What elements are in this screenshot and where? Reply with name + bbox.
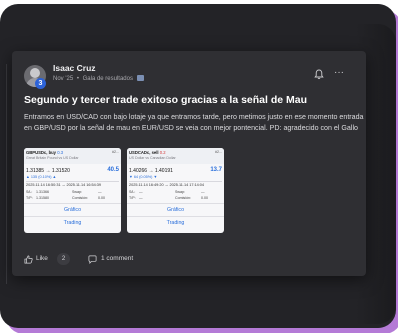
- trade-screenshot-1[interactable]: GBPUSDc, buy 0.3 #2... Great Britain Pou…: [24, 148, 121, 233]
- comment-button[interactable]: 1 comment: [101, 255, 133, 262]
- lot-size: 0.2: [159, 150, 166, 155]
- ticket-number: #2...: [112, 150, 119, 154]
- gallery-icon: [136, 75, 144, 81]
- post-date: Nov '25: [53, 76, 74, 82]
- trade-dates: 2025.11.14 16:49:20 → 2025.11.14 17:14:0…: [129, 183, 205, 187]
- trade-dates: 2025.11.14 16:50:31 → 2025.11.14 16:54:3…: [26, 183, 102, 187]
- more-horizontal-icon[interactable]: ···: [334, 68, 344, 78]
- comment-bubble-icon[interactable]: [88, 255, 97, 264]
- avatar-face: [30, 68, 40, 78]
- trade-detail-row: S/L: 1.31366 Swap: —: [26, 190, 102, 194]
- page-frame: 3 Isaac Cruz Nov '25 • Gala de resultado…: [0, 0, 398, 333]
- level-badge: 3: [35, 78, 46, 89]
- trade-symbol: GBPUSDc, buy 0.3: [26, 150, 63, 155]
- trading-button[interactable]: Trading: [24, 216, 121, 228]
- post-meta: Nov '25 • Gala de resultados: [53, 75, 144, 82]
- symbol-description: Great Britain Pound vs US Dollar: [26, 156, 79, 160]
- price-range: 1.40266 → 1.40191: [129, 168, 173, 174]
- symbol-text: USDCADc, sell: [129, 150, 159, 155]
- thumbs-up-icon[interactable]: [24, 255, 33, 264]
- divider: [129, 181, 222, 182]
- trade-profit: 40.5: [107, 167, 119, 173]
- forum-link[interactable]: Gala de resultados: [83, 76, 133, 82]
- trading-button[interactable]: Trading: [127, 216, 224, 228]
- author-name[interactable]: Isaac Cruz: [53, 63, 96, 73]
- trade-screenshot-2[interactable]: USDCADc, sell 0.2 #2... US Dollar vs Can…: [127, 148, 224, 233]
- lot-size: 0.3: [57, 150, 64, 155]
- price-change: ▲ 135 (0.10%) ▲: [26, 175, 57, 179]
- like-count[interactable]: 2: [57, 253, 70, 265]
- post-body: Entramos en USD/CAD con bajo lotaje ya q…: [24, 113, 364, 132]
- trade-detail-row: T/P: 1.31580 Comisión: 0.00: [26, 196, 105, 200]
- trade-symbol: USDCADc, sell 0.2: [129, 150, 166, 155]
- price-range: 1.31385 → 1.31520: [26, 168, 70, 174]
- like-button[interactable]: Like: [36, 255, 48, 262]
- chart-button[interactable]: Gráfico: [24, 203, 121, 215]
- bell-icon[interactable]: [314, 69, 324, 80]
- post-card: 3 Isaac Cruz Nov '25 • Gala de resultado…: [12, 51, 366, 276]
- chart-button[interactable]: Gráfico: [127, 203, 224, 215]
- price-change: ▼ 64 (0.05%) ▼: [129, 175, 158, 179]
- trade-detail-row: T/P: — Comisión: 0.00: [129, 196, 208, 200]
- ticket-number: #2...: [215, 150, 222, 154]
- trade-detail-row: S/L: — Swap: —: [129, 190, 205, 194]
- trade-profit: 13.7: [210, 167, 222, 173]
- post-header: 3 Isaac Cruz Nov '25 • Gala de resultado…: [24, 63, 354, 89]
- divider: [26, 181, 119, 182]
- post-title: Segundo y tercer trade exitoso gracias a…: [24, 94, 308, 106]
- meta-separator: •: [76, 76, 79, 82]
- symbol-text: GBPUSDc, buy: [26, 150, 57, 155]
- symbol-description: US Dollar vs Canadian Dollar: [129, 156, 176, 160]
